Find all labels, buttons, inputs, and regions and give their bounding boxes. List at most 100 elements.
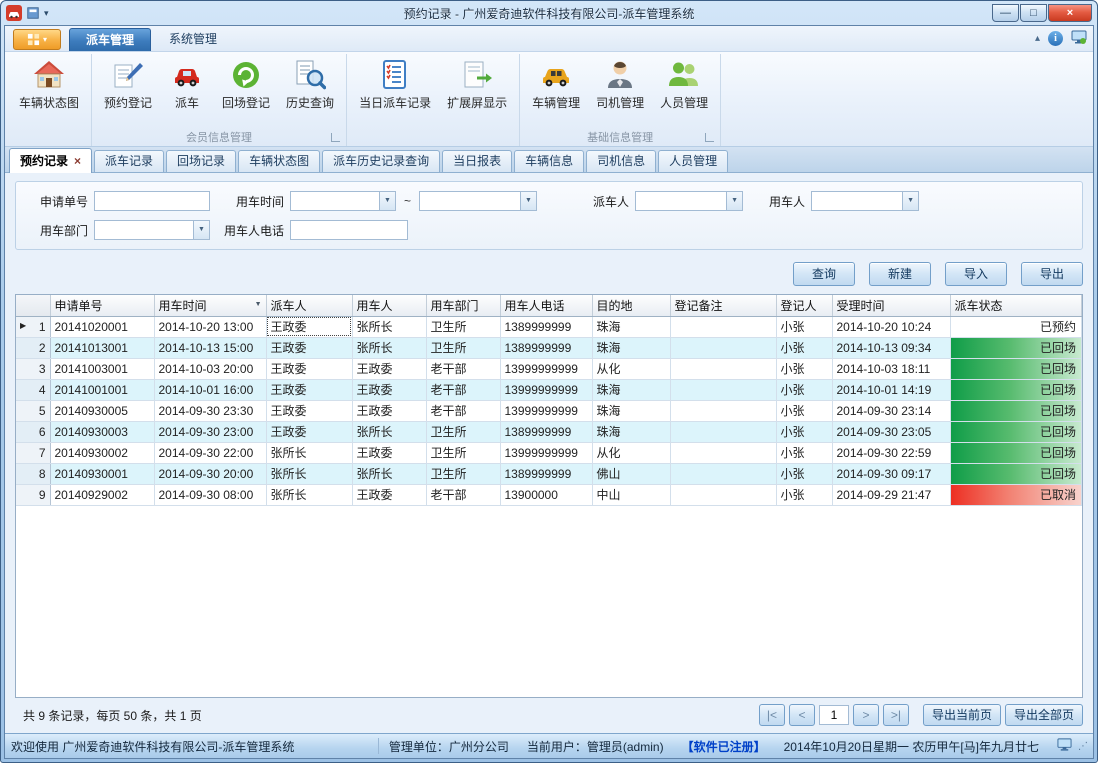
quick-access-icon[interactable] <box>26 6 40 20</box>
cell-registrar[interactable]: 小张 <box>776 421 832 442</box>
cell-accept_time[interactable]: 2014-09-29 21:47 <box>832 484 950 505</box>
cell-department[interactable]: 老干部 <box>426 358 500 379</box>
close-tab-icon[interactable]: × <box>74 155 81 167</box>
cell-department[interactable]: 卫生所 <box>426 316 500 337</box>
ribbon-button[interactable]: 司机管理 <box>589 55 651 113</box>
cell-phone[interactable]: 13999999999 <box>500 358 592 379</box>
cell-use_time[interactable]: 2014-09-30 23:00 <box>154 421 266 442</box>
cell-remark[interactable] <box>670 484 776 505</box>
column-header-department[interactable]: 用车部门 <box>426 295 500 316</box>
dialog-launcher-icon[interactable] <box>705 133 714 142</box>
cell-department[interactable]: 老干部 <box>426 484 500 505</box>
cell-destination[interactable]: 从化 <box>592 442 670 463</box>
ribbon-button[interactable]: 预约登记 <box>97 55 159 113</box>
cell-destination[interactable]: 珠海 <box>592 379 670 400</box>
prev-page-button[interactable]: < <box>789 704 815 726</box>
chevron-down-icon[interactable]: ▼ <box>902 192 918 210</box>
registered-link[interactable]: 【软件已注册】 <box>682 738 766 755</box>
info-icon[interactable]: i <box>1048 31 1063 46</box>
cell-destination[interactable]: 珠海 <box>592 337 670 358</box>
ribbon-button[interactable]: 回场登记 <box>215 55 277 113</box>
collapse-ribbon-icon[interactable]: ▴ <box>1035 33 1040 44</box>
cell-department[interactable]: 老干部 <box>426 379 500 400</box>
ribbon-button[interactable]: 车辆状态图 <box>12 55 86 113</box>
cell-accept_time[interactable]: 2014-09-30 22:59 <box>832 442 950 463</box>
cell-dispatcher[interactable]: 王政委 <box>266 400 352 421</box>
column-header-remark[interactable]: 登记备注 <box>670 295 776 316</box>
ribbon-button[interactable]: 当日派车记录 <box>352 55 438 113</box>
column-header-status[interactable]: 派车状态 <box>950 295 1082 316</box>
doc-tab[interactable]: 车辆状态图 <box>238 150 320 172</box>
cell-dispatcher[interactable]: 王政委 <box>266 316 352 337</box>
chevron-down-icon[interactable]: ▼ <box>726 192 742 210</box>
create-button[interactable]: 新建 <box>869 262 931 286</box>
chevron-down-icon[interactable]: ▼ <box>193 221 209 239</box>
table-row[interactable]: 8201409300012014-09-30 20:00张所长张所长卫生所138… <box>16 463 1082 484</box>
cell-phone[interactable]: 1389999999 <box>500 316 592 337</box>
cell-remark[interactable] <box>670 316 776 337</box>
cell-phone[interactable]: 13900000 <box>500 484 592 505</box>
cell-phone[interactable]: 13999999999 <box>500 442 592 463</box>
cell-user[interactable]: 王政委 <box>352 484 426 505</box>
table-row[interactable]: 6201409300032014-09-30 23:00王政委张所长卫生所138… <box>16 421 1082 442</box>
row-selector[interactable]: 9 <box>16 484 50 505</box>
cell-department[interactable]: 老干部 <box>426 400 500 421</box>
cell-apply_no[interactable]: 20140930005 <box>50 400 154 421</box>
doc-tab[interactable]: 派车记录 <box>94 150 164 172</box>
cell-use_time[interactable]: 2014-09-30 22:00 <box>154 442 266 463</box>
cell-registrar[interactable]: 小张 <box>776 358 832 379</box>
export-current-page-button[interactable]: 导出当前页 <box>923 704 1001 726</box>
ribbon-button[interactable]: 车辆管理 <box>525 55 587 113</box>
column-header-phone[interactable]: 用车人电话 <box>500 295 592 316</box>
cell-status[interactable]: 已回场 <box>950 379 1082 400</box>
cell-status[interactable]: 已回场 <box>950 442 1082 463</box>
first-page-button[interactable]: |< <box>759 704 785 726</box>
cell-use_time[interactable]: 2014-10-13 15:00 <box>154 337 266 358</box>
table-row[interactable]: 5201409300052014-09-30 23:30王政委王政委老干部139… <box>16 400 1082 421</box>
next-page-button[interactable]: > <box>853 704 879 726</box>
cell-destination[interactable]: 珠海 <box>592 400 670 421</box>
cell-accept_time[interactable]: 2014-10-13 09:34 <box>832 337 950 358</box>
cell-apply_no[interactable]: 20141003001 <box>50 358 154 379</box>
cell-remark[interactable] <box>670 358 776 379</box>
cell-user[interactable]: 王政委 <box>352 442 426 463</box>
row-selector[interactable]: 2 <box>16 337 50 358</box>
page-number-input[interactable]: 1 <box>819 705 849 725</box>
close-button[interactable]: × <box>1048 4 1092 22</box>
cell-status[interactable]: 已回场 <box>950 337 1082 358</box>
row-selector[interactable]: 5 <box>16 400 50 421</box>
cell-use_time[interactable]: 2014-09-30 08:00 <box>154 484 266 505</box>
cell-destination[interactable]: 从化 <box>592 358 670 379</box>
cell-dispatcher[interactable]: 张所长 <box>266 442 352 463</box>
cell-registrar[interactable]: 小张 <box>776 442 832 463</box>
minimize-button[interactable]: — <box>992 4 1019 22</box>
cell-registrar[interactable]: 小张 <box>776 400 832 421</box>
cell-remark[interactable] <box>670 463 776 484</box>
ribbon-tab[interactable]: 系统管理 <box>153 28 233 51</box>
cell-phone[interactable]: 13999999999 <box>500 379 592 400</box>
table-row[interactable]: 3201410030012014-10-03 20:00王政委王政委老干部139… <box>16 358 1082 379</box>
cell-apply_no[interactable]: 20141001001 <box>50 379 154 400</box>
cell-registrar[interactable]: 小张 <box>776 484 832 505</box>
cell-registrar[interactable]: 小张 <box>776 463 832 484</box>
cell-apply_no[interactable]: 20140930003 <box>50 421 154 442</box>
ribbon-button[interactable]: 历史查询 <box>279 55 341 113</box>
cell-remark[interactable] <box>670 442 776 463</box>
column-header-registrar[interactable]: 登记人 <box>776 295 832 316</box>
cell-accept_time[interactable]: 2014-10-01 14:19 <box>832 379 950 400</box>
cell-dispatcher[interactable]: 张所长 <box>266 463 352 484</box>
ribbon-button[interactable]: 人员管理 <box>653 55 715 113</box>
table-row[interactable]: 7201409300022014-09-30 22:00张所长王政委卫生所139… <box>16 442 1082 463</box>
cell-user[interactable]: 王政委 <box>352 379 426 400</box>
cell-remark[interactable] <box>670 379 776 400</box>
query-button[interactable]: 查询 <box>793 262 855 286</box>
ribbon-tab[interactable]: 派车管理 <box>69 28 151 51</box>
ribbon-button[interactable]: 派车 <box>161 55 213 113</box>
cell-status[interactable]: 已取消 <box>950 484 1082 505</box>
user-combo[interactable]: ▼ <box>811 191 919 211</box>
last-page-button[interactable]: >| <box>883 704 909 726</box>
cell-apply_no[interactable]: 20141013001 <box>50 337 154 358</box>
cell-phone[interactable]: 1389999999 <box>500 463 592 484</box>
use-time-from-combo[interactable]: ▼ <box>290 191 396 211</box>
cell-dispatcher[interactable]: 张所长 <box>266 484 352 505</box>
